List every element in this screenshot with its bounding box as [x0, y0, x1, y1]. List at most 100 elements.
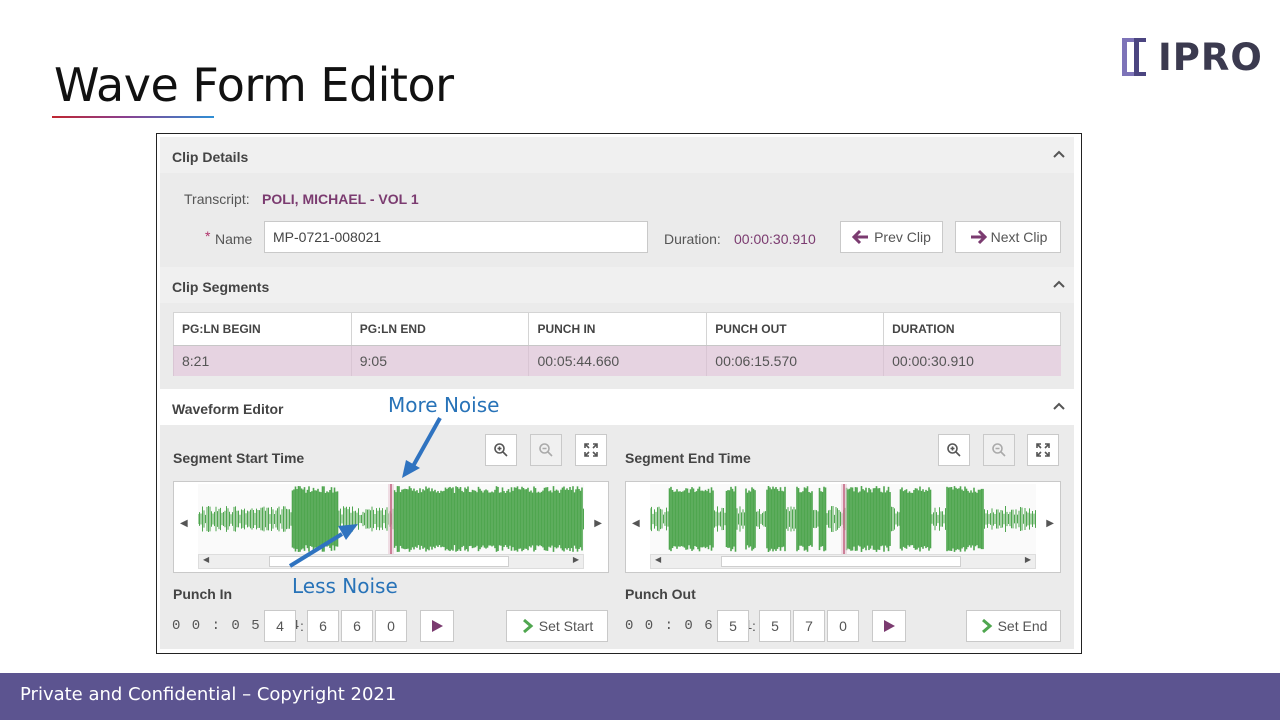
- start-waveform-canvas[interactable]: [198, 484, 584, 554]
- clip-details-title: Clip Details: [172, 149, 249, 165]
- start-wave-scrollbar[interactable]: ◀ ▶: [198, 554, 584, 569]
- arrow-right-icon: [970, 229, 987, 245]
- col-punch-in: PUNCH IN: [528, 312, 708, 346]
- duration-value: 00:00:30.910: [734, 231, 816, 247]
- cell-punch-out: 00:06:15.570: [706, 345, 884, 376]
- waveform-editor-title: Waveform Editor: [172, 401, 284, 417]
- punch-out-digit[interactable]: 0: [827, 610, 859, 642]
- clip-segments-title: Clip Segments: [172, 279, 270, 295]
- punch-in-digit[interactable]: 0: [375, 610, 407, 642]
- chevron-right-icon: [522, 618, 534, 634]
- punch-out-digit[interactable]: 5: [759, 610, 791, 642]
- transcript-label: Transcript:: [184, 191, 250, 207]
- required-marker: *: [205, 228, 211, 244]
- segment-start-label: Segment Start Time: [173, 450, 305, 466]
- play-end-button[interactable]: [872, 610, 906, 642]
- chevron-up-icon[interactable]: [1052, 147, 1066, 161]
- col-pgln-end: PG:LN END: [350, 312, 530, 346]
- set-end-button[interactable]: Set End: [966, 610, 1061, 642]
- name-label: Name: [215, 231, 253, 247]
- end-waveform-canvas[interactable]: [650, 484, 1036, 554]
- end-waveform-viewer[interactable]: ◀ ▶ ◀ ▶: [625, 481, 1061, 573]
- more-noise-arrow: [402, 417, 442, 478]
- arrow-left-icon: [852, 229, 869, 245]
- punch-in-digit[interactable]: 6: [307, 610, 339, 642]
- start-waveform: [198, 484, 584, 554]
- footer-copyright: Private and Confidential – Copyright 202…: [20, 684, 397, 705]
- col-pgln-begin: PG:LN BEGIN: [173, 312, 352, 346]
- start-zoom-out-button[interactable]: [530, 434, 562, 466]
- set-start-button[interactable]: Set Start: [506, 610, 608, 642]
- title-underline: [52, 116, 214, 118]
- start-zoom-in-button[interactable]: [485, 434, 517, 466]
- next-clip-button[interactable]: Next Clip: [955, 221, 1061, 253]
- cell-duration: 00:00:30.910: [883, 345, 1061, 376]
- set-start-label: Set Start: [538, 618, 594, 634]
- less-noise-arrow: [288, 524, 358, 568]
- start-expand-button[interactable]: [575, 434, 607, 466]
- end-wave-right-arrow[interactable]: ▶: [1046, 518, 1054, 529]
- time-colon: :: [300, 618, 304, 634]
- start-wave-left-arrow[interactable]: ◀: [180, 518, 188, 529]
- end-zoom-out-button[interactable]: [983, 434, 1015, 466]
- ipro-logo-mark: [1122, 38, 1146, 76]
- cell-pgln-end: 9:05: [350, 345, 529, 376]
- annotation-less-noise: Less Noise: [292, 574, 398, 598]
- duration-label: Duration:: [664, 231, 721, 247]
- punch-out-label: Punch Out: [625, 586, 696, 602]
- slide-title: Wave Form Editor: [54, 58, 454, 112]
- ipro-logo-text: IPRO: [1158, 36, 1263, 79]
- prev-clip-label: Prev Clip: [874, 229, 931, 245]
- start-wave-right-arrow[interactable]: ▶: [594, 518, 602, 529]
- scroll-thumb[interactable]: [721, 556, 961, 567]
- punch-out-digit[interactable]: 7: [793, 610, 825, 642]
- scroll-left-arrow[interactable]: ◀: [655, 555, 661, 564]
- next-clip-label: Next Clip: [990, 229, 1048, 245]
- col-punch-out: PUNCH OUT: [706, 312, 885, 346]
- set-end-label: Set End: [997, 618, 1048, 634]
- chevron-right-icon: [981, 618, 992, 634]
- expand-icon: [1036, 443, 1050, 457]
- clip-details-header[interactable]: Clip Details: [160, 137, 1074, 173]
- col-duration: DURATION: [883, 312, 1061, 346]
- segments-table-header: PG:LN BEGIN PG:LN END PUNCH IN PUNCH OUT…: [173, 312, 1061, 346]
- punch-in-digit[interactable]: 4: [264, 610, 296, 642]
- segment-end-label: Segment End Time: [625, 450, 751, 466]
- cell-punch-in: 00:05:44.660: [528, 345, 707, 376]
- end-wave-left-arrow[interactable]: ◀: [632, 518, 640, 529]
- punch-in-label: Punch In: [173, 586, 233, 602]
- expand-icon: [584, 443, 598, 457]
- scroll-right-arrow[interactable]: ▶: [573, 555, 579, 564]
- start-waveform-viewer[interactable]: ◀ ▶ ◀ ▶: [173, 481, 609, 573]
- end-wave-scrollbar[interactable]: ◀ ▶: [650, 554, 1036, 569]
- segments-table: PG:LN BEGIN PG:LN END PUNCH IN PUNCH OUT…: [173, 312, 1061, 376]
- prev-clip-button[interactable]: Prev Clip: [840, 221, 943, 253]
- end-waveform: [650, 484, 1036, 554]
- punch-out-digit[interactable]: 5: [717, 610, 749, 642]
- zoom-in-icon: [947, 443, 961, 457]
- clip-name-input[interactable]: MP-0721-008021: [264, 221, 648, 253]
- transcript-value: POLI, MICHAEL - VOL 1: [262, 191, 419, 207]
- footer-bar: Private and Confidential – Copyright 202…: [0, 673, 1280, 720]
- waveform-editor-header[interactable]: Waveform Editor: [160, 389, 1074, 425]
- punch-in-digit[interactable]: 6: [341, 610, 373, 642]
- time-colon: :: [752, 618, 756, 634]
- cell-pgln-begin: 8:21: [173, 345, 352, 376]
- end-expand-button[interactable]: [1027, 434, 1059, 466]
- zoom-out-icon: [539, 443, 553, 457]
- ipro-logo: IPRO: [1120, 36, 1262, 79]
- clip-segments-header[interactable]: Clip Segments: [160, 267, 1074, 303]
- clip-details-body: Transcript: POLI, MICHAEL - VOL 1 * Name…: [160, 173, 1074, 267]
- slide: Wave Form Editor IPRO Clip Details Trans…: [0, 0, 1280, 720]
- table-row[interactable]: 8:21 9:05 00:05:44.660 00:06:15.570 00:0…: [173, 345, 1061, 376]
- play-icon: [884, 620, 895, 632]
- zoom-out-icon: [992, 443, 1006, 457]
- chevron-up-icon[interactable]: [1052, 277, 1066, 291]
- scroll-left-arrow[interactable]: ◀: [203, 555, 209, 564]
- play-icon: [432, 620, 443, 632]
- scroll-right-arrow[interactable]: ▶: [1025, 555, 1031, 564]
- play-start-button[interactable]: [420, 610, 454, 642]
- zoom-in-icon: [494, 443, 508, 457]
- end-zoom-in-button[interactable]: [938, 434, 970, 466]
- chevron-up-icon[interactable]: [1052, 399, 1066, 413]
